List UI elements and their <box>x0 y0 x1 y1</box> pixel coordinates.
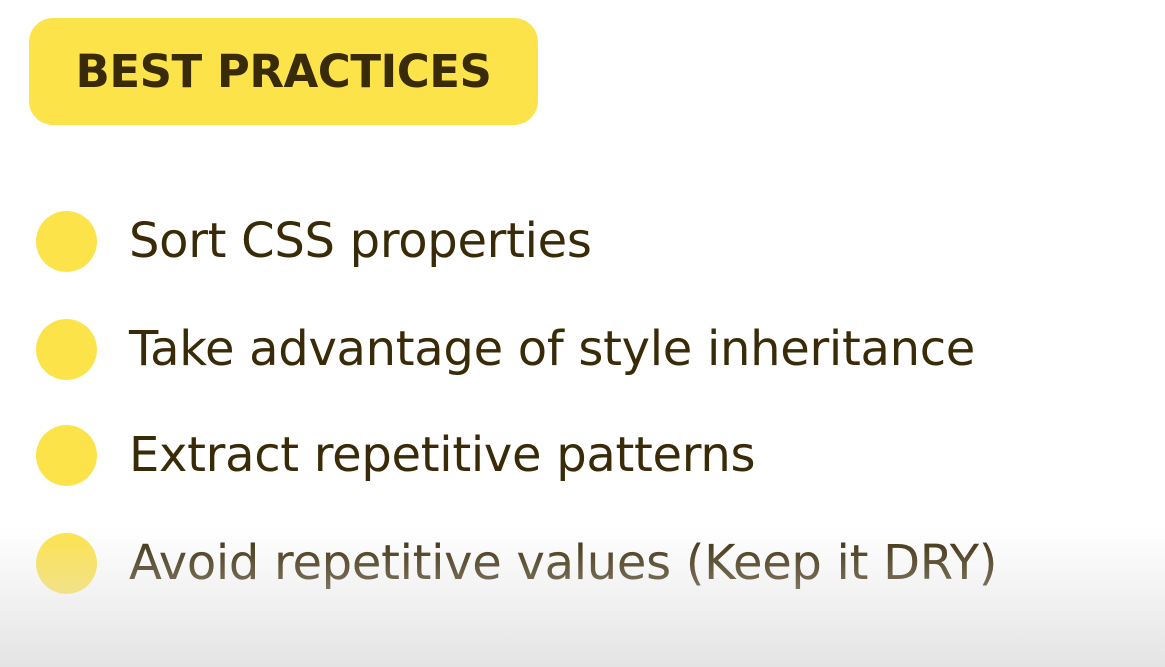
list-item-label: Sort CSS properties <box>129 213 592 269</box>
bullet-dot-icon <box>36 210 97 272</box>
bullet-dot-icon <box>36 424 97 486</box>
list-item-label: Take advantage of style inheritance <box>129 321 976 377</box>
list-item-label: Extract repetitive patterns <box>129 427 756 483</box>
list-item: Avoid repetitive values (Keep it DRY) <box>36 532 997 594</box>
bullet-dot-icon <box>36 532 97 594</box>
bullet-dot-icon <box>36 318 97 380</box>
list-item: Extract repetitive patterns <box>36 424 755 486</box>
list-item: Take advantage of style inheritance <box>36 318 975 380</box>
list-item: Sort CSS properties <box>36 210 592 272</box>
best-practices-list: Sort CSS properties Take advantage of st… <box>0 0 1165 667</box>
list-item-label: Avoid repetitive values (Keep it DRY) <box>129 535 998 591</box>
